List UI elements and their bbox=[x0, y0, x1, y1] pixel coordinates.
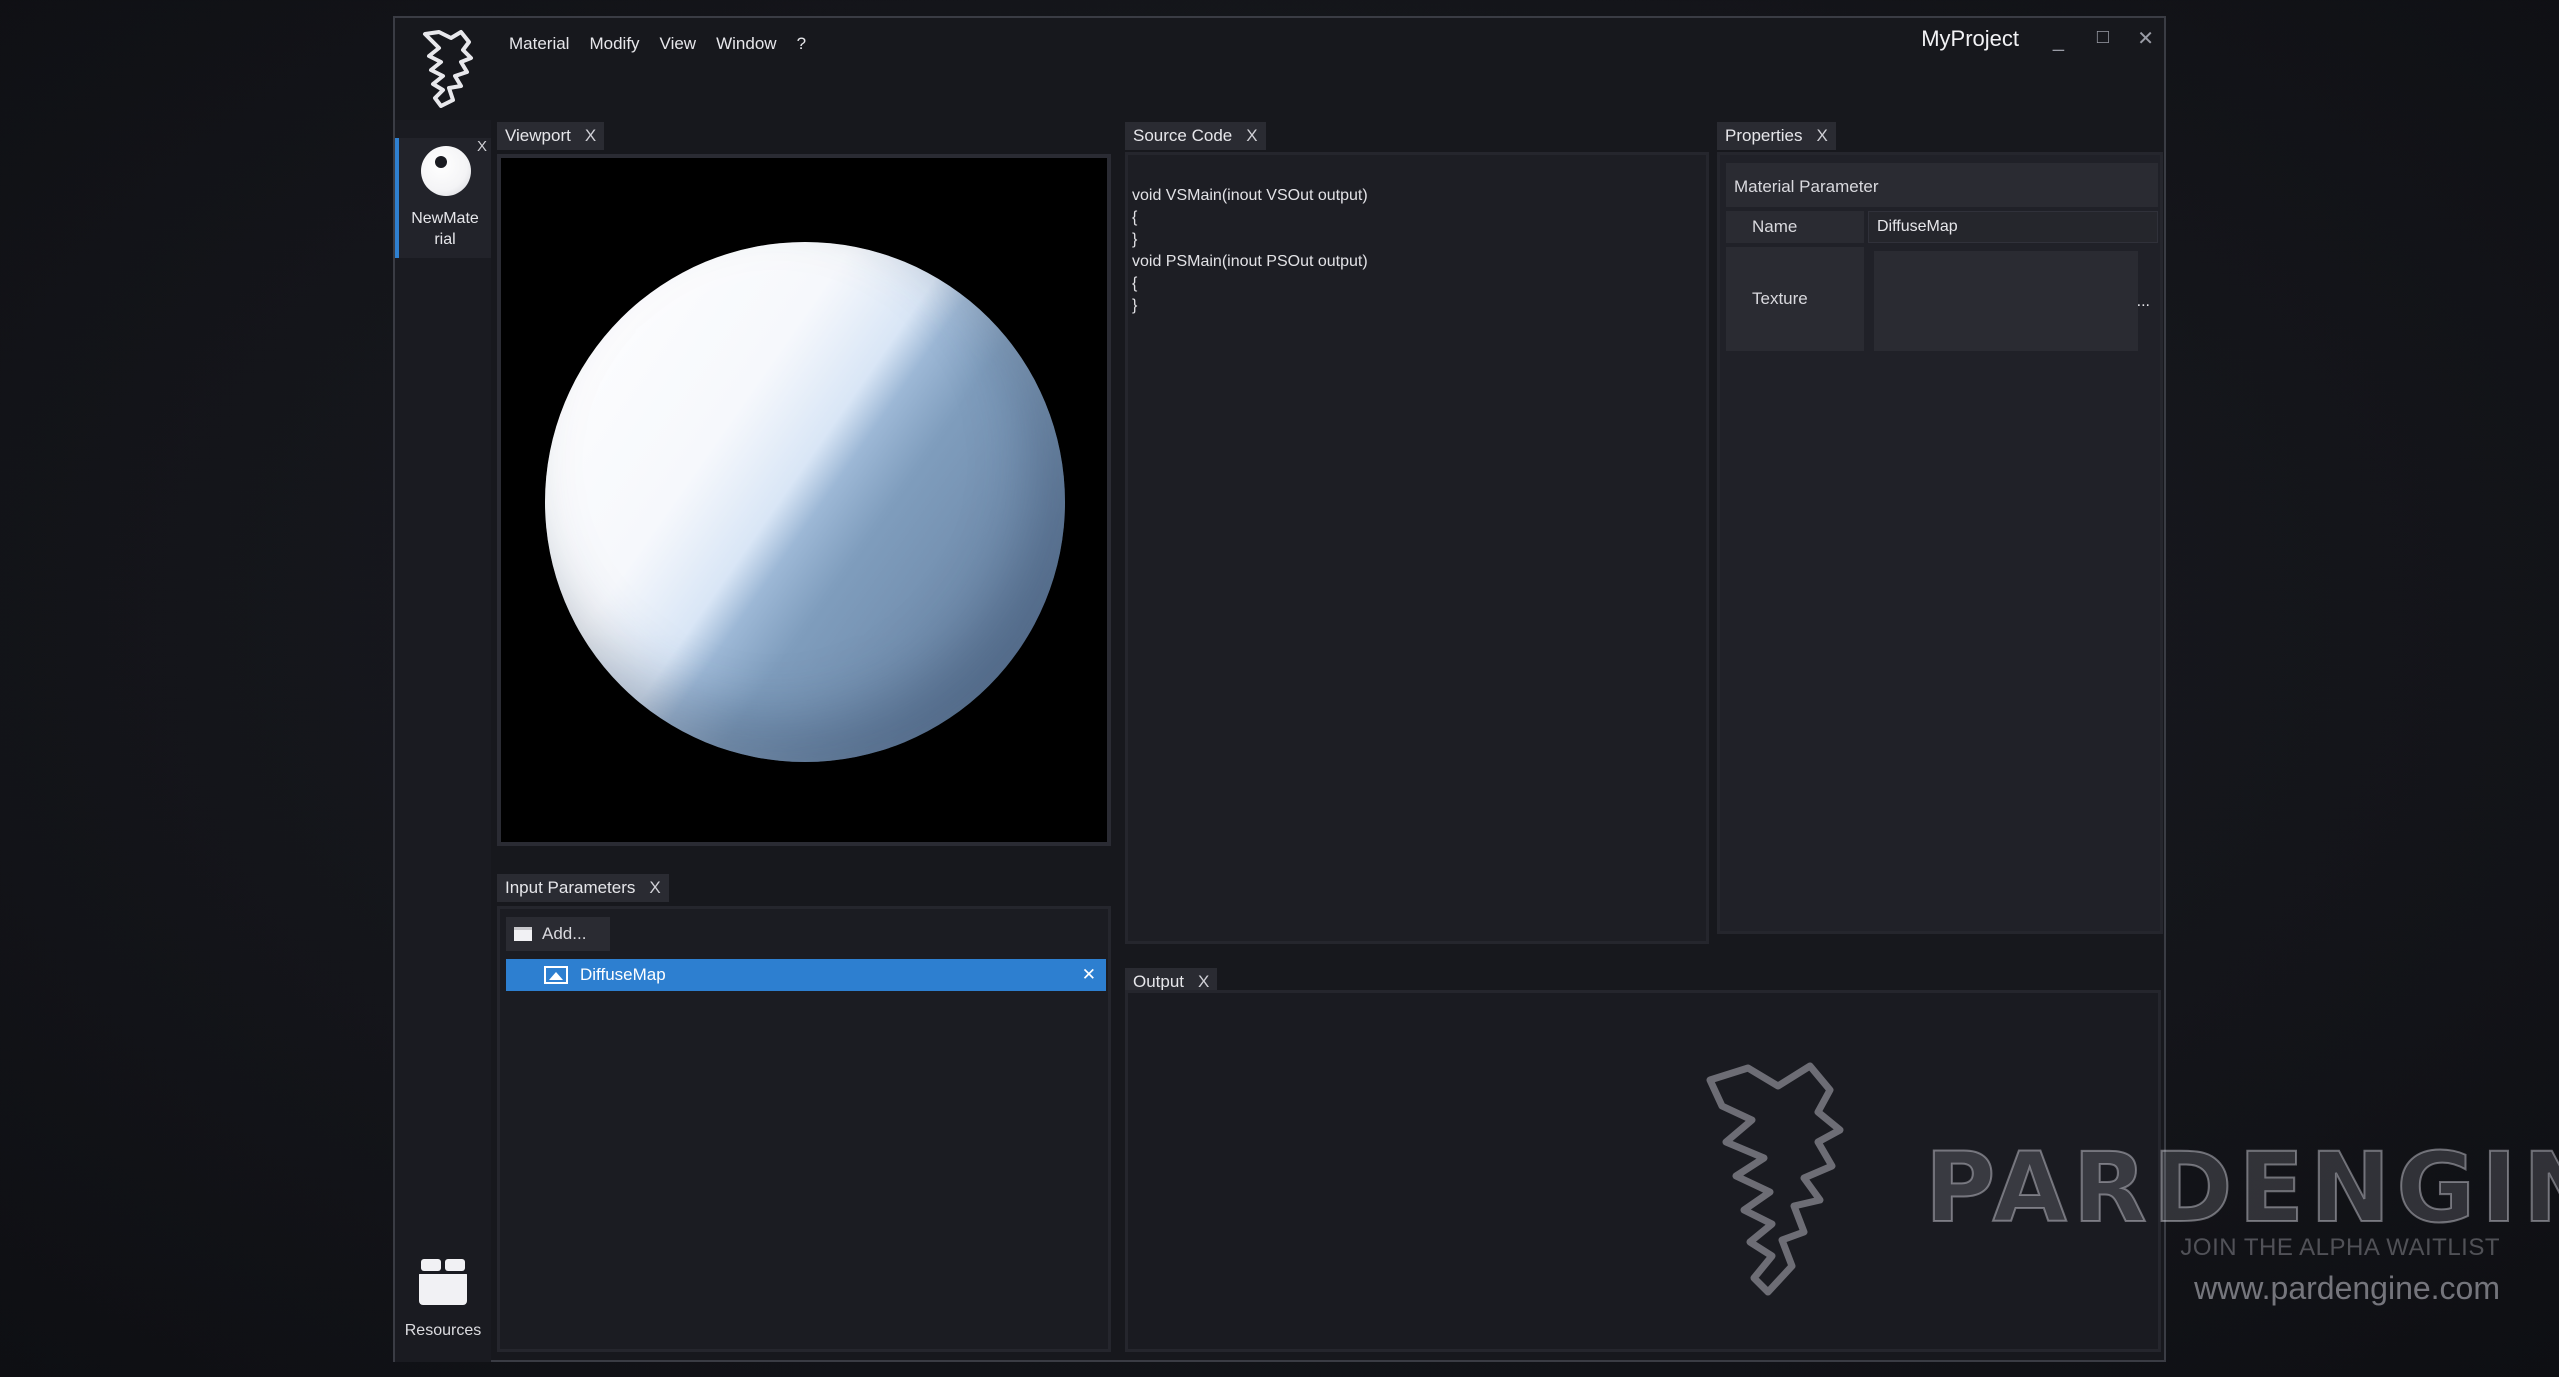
tab-input-parameters[interactable]: Input Parameters X bbox=[497, 874, 669, 902]
watermark-tagline: JOIN THE ALPHA WAITLIST bbox=[2180, 1234, 2500, 1261]
tab-viewport[interactable]: Viewport X bbox=[497, 122, 605, 150]
maximize-button[interactable]: □ bbox=[2097, 26, 2109, 49]
name-property-row: Name DiffuseMap bbox=[1726, 211, 2158, 243]
add-parameter-button[interactable]: Add... bbox=[506, 917, 610, 951]
tab-output-close-button[interactable]: X bbox=[1198, 972, 1209, 992]
watermark-brand: PARDENGINE bbox=[1924, 1131, 2559, 1245]
material-parameter-section: Material Parameter bbox=[1726, 163, 2158, 207]
code-line: } bbox=[1132, 231, 1138, 248]
tab-source-code[interactable]: Source Code X bbox=[1125, 122, 1266, 150]
list-item[interactable]: DiffuseMap ✕ bbox=[506, 959, 1106, 991]
menu-window[interactable]: Window bbox=[714, 30, 778, 58]
texture-browse-button[interactable]: ... bbox=[2137, 293, 2150, 311]
box-icon bbox=[419, 1259, 467, 1305]
lion-logo-icon bbox=[1706, 1062, 1844, 1296]
texture-property-row: Texture ... bbox=[1726, 247, 2158, 351]
app-logo-icon bbox=[423, 30, 473, 108]
code-line: { bbox=[1132, 275, 1138, 292]
watermark-url[interactable]: www.pardengine.com bbox=[2194, 1270, 2500, 1307]
pardengine-watermark: PARDENGINE JOIN THE ALPHA WAITLIST www.p… bbox=[1700, 1060, 2559, 1310]
close-window-button[interactable]: ✕ bbox=[2137, 26, 2154, 51]
menu-material[interactable]: Material bbox=[507, 30, 571, 58]
menu-view[interactable]: View bbox=[658, 30, 699, 58]
tab-properties[interactable]: Properties X bbox=[1717, 122, 1836, 150]
tab-properties-close-button[interactable]: X bbox=[1816, 126, 1827, 146]
tab-input-parameters-close-button[interactable]: X bbox=[649, 878, 660, 898]
code-line: { bbox=[1132, 209, 1138, 226]
left-dock: X NewMate rial Resources bbox=[395, 120, 491, 1362]
name-label: Name bbox=[1726, 211, 1864, 243]
input-parameters-panel: Add... DiffuseMap ✕ bbox=[497, 906, 1111, 1352]
code-line: void PSMain(inout PSOut output) bbox=[1132, 253, 1368, 270]
tab-output-label: Output bbox=[1133, 972, 1185, 991]
properties-panel: Material Parameter Name DiffuseMap Textu… bbox=[1717, 152, 2163, 934]
material-tab-close-button[interactable]: X bbox=[477, 138, 487, 155]
viewport-canvas[interactable] bbox=[497, 154, 1111, 846]
resources-label: Resources bbox=[404, 1322, 482, 1339]
material-tab-label: NewMate rial bbox=[411, 210, 479, 248]
remove-parameter-button[interactable]: ✕ bbox=[1082, 965, 1096, 985]
resources-button[interactable]: Resources bbox=[395, 1257, 491, 1340]
texture-label: Texture bbox=[1726, 247, 1864, 351]
image-icon bbox=[544, 966, 568, 984]
tab-source-code-close-button[interactable]: X bbox=[1246, 126, 1257, 146]
name-field[interactable]: DiffuseMap bbox=[1868, 211, 2158, 243]
material-document-tab[interactable]: X NewMate rial bbox=[395, 138, 491, 258]
menu-help[interactable]: ? bbox=[795, 30, 808, 58]
code-line: void VSMain(inout VSOut output) bbox=[1132, 187, 1368, 204]
tab-source-code-label: Source Code bbox=[1133, 126, 1233, 145]
tab-viewport-close-button[interactable]: X bbox=[585, 126, 596, 146]
minimize-button[interactable]: _ bbox=[2053, 30, 2064, 53]
tab-input-parameters-label: Input Parameters bbox=[505, 878, 636, 897]
tab-viewport-label: Viewport bbox=[505, 126, 571, 145]
folder-icon bbox=[514, 927, 532, 941]
preview-sphere bbox=[545, 242, 1065, 762]
material-sphere-icon bbox=[421, 146, 471, 196]
texture-slot[interactable] bbox=[1874, 251, 2138, 351]
source-code-editor[interactable]: void VSMain(inout VSOut output) { } void… bbox=[1125, 152, 1709, 944]
menu-modify[interactable]: Modify bbox=[587, 30, 641, 58]
tab-properties-label: Properties bbox=[1725, 126, 1803, 145]
project-title: MyProject bbox=[1921, 26, 2019, 51]
menu-bar: Material Modify View Window ? bbox=[507, 30, 808, 58]
add-parameter-label: Add... bbox=[542, 924, 587, 943]
code-line: } bbox=[1132, 297, 1138, 314]
parameter-name: DiffuseMap bbox=[580, 965, 666, 984]
